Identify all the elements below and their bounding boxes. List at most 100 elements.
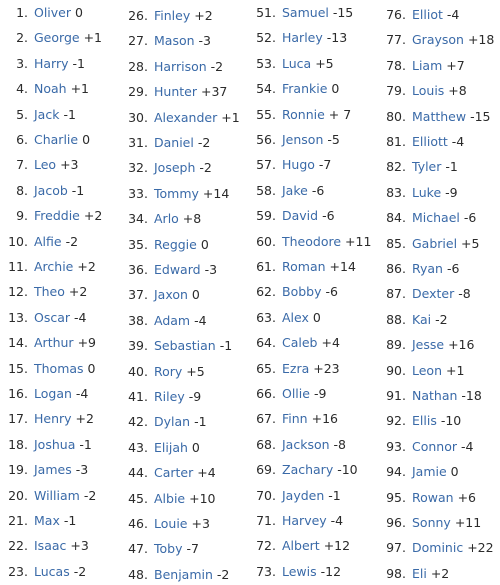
rank-number: 62. — [256, 284, 276, 300]
rank-number: 70. — [256, 487, 276, 503]
list-item: 92. Ellis -10 — [378, 411, 461, 431]
name-label: Michael — [412, 210, 460, 226]
rank-number: 30. — [128, 109, 148, 125]
rank-change: -4 — [75, 386, 89, 401]
rank-change: +2 — [83, 208, 103, 224]
rank-change: -7 — [186, 541, 199, 557]
list-item: 19. James -3 — [0, 460, 88, 480]
list-item: 1. Oliver 0 — [0, 3, 83, 23]
rank-change: -1 — [194, 414, 207, 430]
name-label: Archie — [34, 259, 74, 274]
rank-change: 0 — [450, 464, 459, 480]
rank-change: -1 — [328, 487, 341, 503]
rank-change: -2 — [435, 311, 448, 327]
rank-number: 23. — [8, 563, 28, 579]
list-item: 84. Michael -6 — [378, 208, 476, 228]
list-item: 46. Louie +3 — [120, 514, 210, 534]
rank-change: +1 — [446, 362, 465, 378]
rank-number: 41. — [128, 389, 148, 404]
rank-number: 55. — [256, 106, 276, 122]
rank-number: 66. — [256, 386, 276, 401]
rank-number: 65. — [256, 360, 276, 376]
rank-number: 63. — [256, 309, 276, 325]
name-label: William — [34, 487, 80, 503]
name-label: Carter — [154, 465, 194, 481]
rank-number: 5. — [16, 106, 28, 122]
rank-number: 59. — [256, 208, 276, 224]
rank-change: -1 — [219, 338, 233, 354]
list-item: 57. Hugo -7 — [248, 155, 331, 175]
rank-number: 43. — [128, 439, 148, 455]
rank-number: 52. — [256, 30, 276, 46]
rank-number: 86. — [386, 261, 406, 276]
list-item: 66. Ollie -9 — [248, 384, 326, 404]
rank-number: 85. — [386, 235, 406, 251]
list-item: 7. Leo +3 — [0, 155, 78, 175]
list-item: 21. Max -1 — [0, 511, 76, 531]
rank-change: -2 — [197, 135, 211, 150]
rank-number: 36. — [128, 262, 148, 277]
rank-number: 38. — [128, 312, 148, 328]
list-item: 98. Eli +2 — [378, 564, 449, 584]
name-label: Arlo — [154, 211, 179, 227]
name-label: Joshua — [34, 436, 76, 452]
list-item: 82. Tyler -1 — [378, 157, 458, 177]
rank-change: -5 — [327, 132, 340, 147]
list-item: 15. Thomas 0 — [0, 359, 95, 379]
rank-number: 93. — [386, 438, 406, 454]
rank-number: 51. — [256, 5, 276, 20]
rank-number: 90. — [386, 362, 406, 378]
rank-change: +5 — [186, 363, 205, 379]
list-item: 14. Arthur +9 — [0, 333, 96, 353]
list-item: 56. Jenson -5 — [248, 130, 340, 150]
rank-change: +9 — [77, 335, 96, 351]
rank-number: 73. — [256, 563, 276, 579]
list-item: 58. Jake -6 — [248, 181, 324, 201]
rank-change: +16 — [448, 337, 475, 353]
rank-change: +16 — [311, 411, 338, 427]
name-label: Tommy — [154, 185, 199, 201]
name-label: Reggie — [154, 236, 197, 252]
name-label: Alexander — [154, 109, 218, 125]
name-label: Edward — [154, 262, 201, 277]
rank-change: -4 — [451, 134, 465, 149]
rank-number: 76. — [386, 7, 406, 22]
list-item: 93. Connor -4 — [378, 437, 473, 457]
rank-number: 21. — [8, 513, 28, 528]
rank-change: +1 — [70, 81, 90, 97]
name-label: Albie — [154, 490, 186, 506]
rank-change: -15 — [332, 5, 354, 20]
list-item: 60. Theodore +11 — [248, 232, 371, 252]
rank-number: 71. — [256, 513, 276, 528]
name-label: Adam — [154, 312, 191, 328]
rank-number: 69. — [256, 462, 276, 478]
name-label: Benjamin — [154, 566, 213, 582]
list-item: 29. Hunter +37 — [120, 82, 227, 102]
rank-change: 0 — [191, 287, 200, 303]
list-item: 27. Mason -3 — [120, 31, 211, 51]
list-item: 9. Freddie +2 — [0, 206, 102, 226]
name-label: Logan — [34, 386, 72, 401]
list-item: 22. Isaac +3 — [0, 536, 89, 556]
name-label: Isaac — [34, 538, 67, 554]
name-label: Max — [34, 513, 60, 528]
rank-change: -2 — [199, 160, 212, 176]
name-label: Riley — [154, 389, 185, 404]
rank-number: 94. — [386, 464, 406, 480]
name-label: Ollie — [282, 386, 310, 401]
rank-change: +6 — [457, 489, 476, 505]
list-item: 8. Jacob -1 — [0, 181, 84, 201]
rank-change: -1 — [445, 159, 458, 175]
rank-change: -15 — [470, 108, 491, 124]
list-item: 13. Oscar -4 — [0, 308, 86, 328]
name-label: Elliot — [412, 7, 443, 22]
rank-number: 57. — [256, 157, 276, 173]
list-item: 95. Rowan +6 — [378, 488, 476, 508]
list-item: 11. Archie +2 — [0, 257, 96, 277]
list-item: 20. William -2 — [0, 486, 96, 506]
name-label: Roman — [282, 259, 326, 274]
name-label: Finn — [282, 411, 308, 427]
rank-change: -2 — [73, 563, 87, 579]
rank-change: -4 — [461, 438, 474, 454]
list-item: 89. Jesse +16 — [378, 335, 474, 355]
